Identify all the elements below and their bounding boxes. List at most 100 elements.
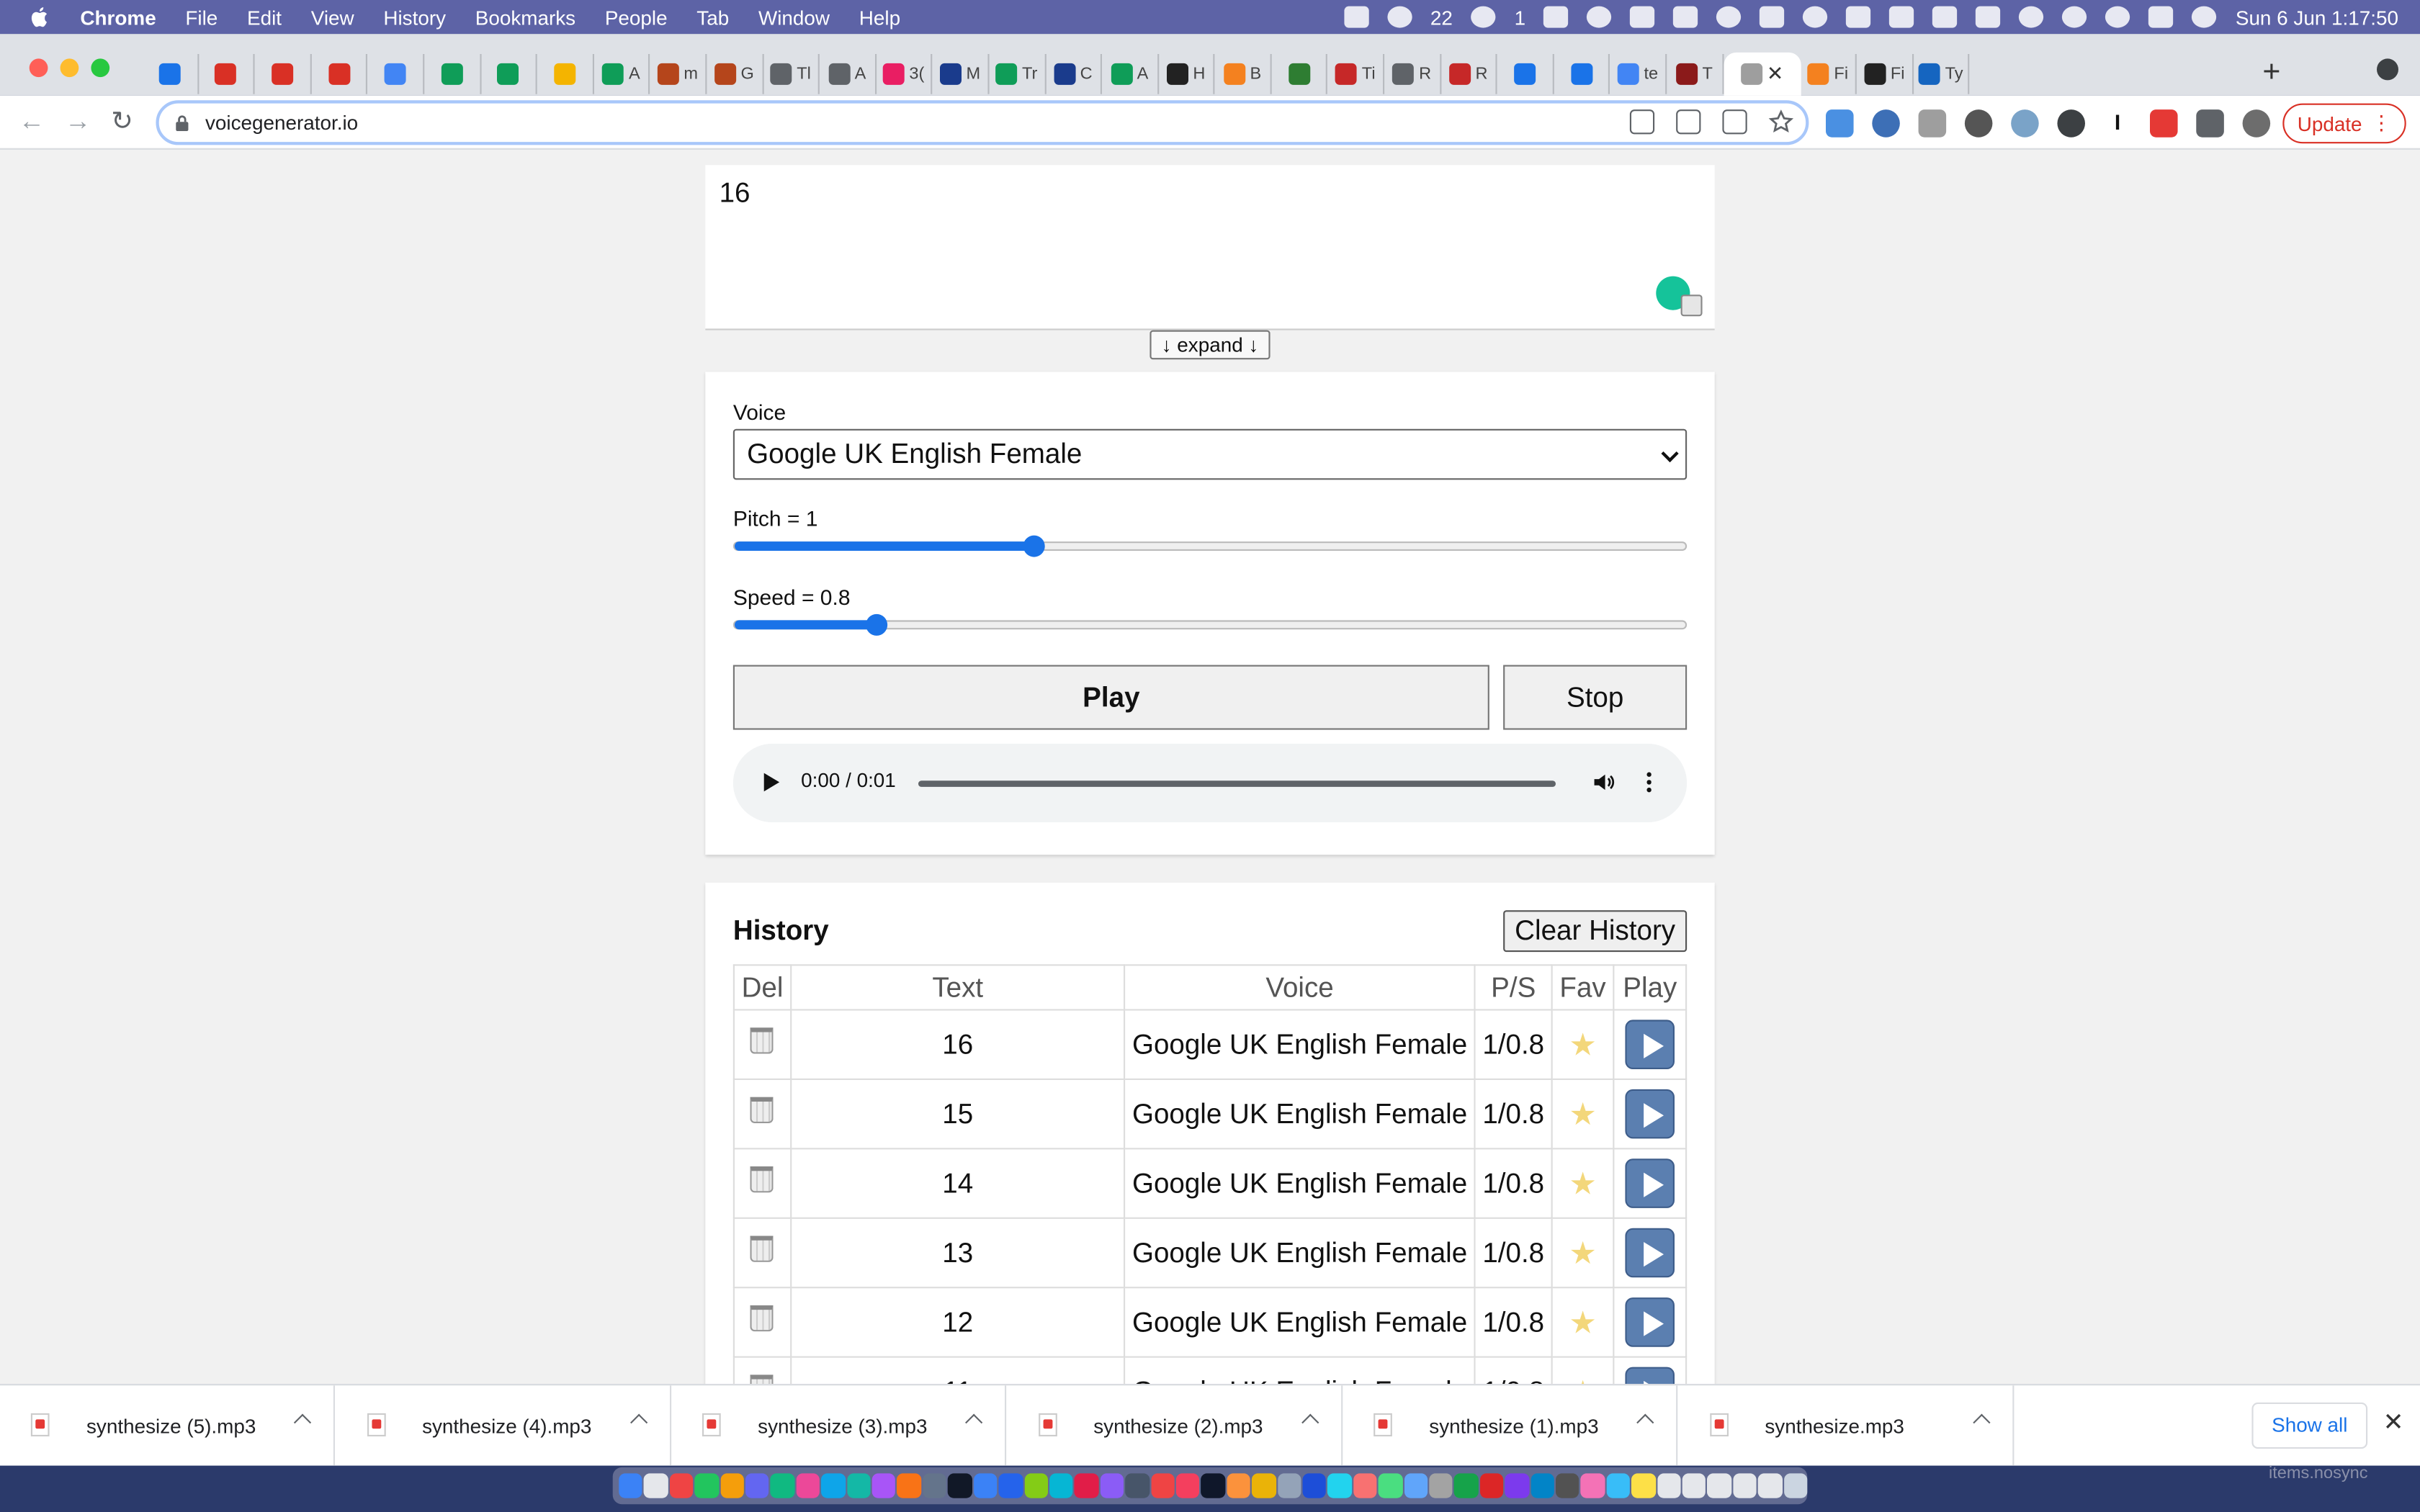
chevron-up-icon[interactable] (1972, 1413, 1990, 1431)
play-history-button[interactable] (1625, 1228, 1675, 1278)
close-tab-icon[interactable]: ✕ (1767, 62, 1783, 86)
zoom-icon[interactable] (1343, 6, 1369, 28)
dock-app-icon[interactable] (871, 1473, 896, 1498)
browser-tab[interactable] (1497, 54, 1554, 94)
pitch-slider-handle[interactable] (1023, 535, 1045, 557)
dock-app-icon[interactable] (1505, 1473, 1529, 1498)
browser-tab[interactable]: A (820, 54, 877, 94)
dock-app-icon[interactable] (1758, 1473, 1783, 1498)
camera-icon[interactable] (1918, 109, 1947, 138)
dock-app-icon[interactable] (948, 1473, 972, 1498)
dock-app-icon[interactable] (1353, 1473, 1377, 1498)
dock-app-icon[interactable] (1150, 1473, 1175, 1498)
stop-button[interactable]: Stop (1503, 665, 1688, 730)
browser-tab[interactable]: Fi (1857, 54, 1914, 94)
menu-history[interactable]: History (383, 6, 446, 29)
docker-icon[interactable] (1630, 6, 1656, 28)
globe-icon[interactable] (1716, 6, 1742, 28)
dock-app-icon[interactable] (998, 1473, 1023, 1498)
dock-app-icon[interactable] (1049, 1473, 1073, 1498)
minimize-window-icon[interactable] (60, 58, 79, 78)
wechat-icon[interactable] (1386, 6, 1412, 28)
menu-bookmarks[interactable]: Bookmarks (475, 6, 575, 29)
browser-tab[interactable]: Fi (1801, 54, 1857, 94)
menu-window[interactable]: Window (758, 6, 830, 29)
install-icon[interactable] (1722, 109, 1747, 135)
close-window-icon[interactable] (29, 58, 48, 78)
browser-tab[interactable]: R (1441, 54, 1498, 94)
browser-tab[interactable] (1271, 54, 1328, 94)
megaphone-icon[interactable] (2150, 109, 2178, 138)
dock-app-icon[interactable] (1277, 1473, 1301, 1498)
bluetooth-icon[interactable] (1932, 6, 1958, 28)
dock-app-icon[interactable] (1479, 1473, 1504, 1498)
trash-icon[interactable] (750, 1097, 774, 1123)
extension-5-icon[interactable] (2011, 109, 2039, 138)
dock-app-icon[interactable] (1302, 1473, 1327, 1498)
maximize-window-icon[interactable] (91, 58, 110, 78)
star-icon[interactable]: ★ (1569, 1098, 1596, 1132)
dock-app-icon[interactable] (1429, 1473, 1453, 1498)
forward-icon[interactable]: → (65, 107, 91, 138)
user-icon[interactable] (2062, 6, 2088, 28)
star-icon[interactable]: ★ (1569, 1167, 1596, 1201)
menu-tab[interactable]: Tab (696, 6, 729, 29)
menu-help[interactable]: Help (859, 6, 900, 29)
wave-icon[interactable] (1760, 6, 1785, 28)
browser-tab[interactable]: te (1610, 54, 1667, 94)
close-icon[interactable]: ✕ (2383, 1407, 2404, 1438)
input-source-icon[interactable] (1889, 6, 1915, 28)
trash-icon[interactable] (750, 1374, 774, 1385)
browser-tab[interactable] (537, 54, 594, 94)
chevron-up-icon[interactable] (293, 1413, 312, 1431)
dock-app-icon[interactable] (720, 1473, 744, 1498)
browser-tab[interactable]: A (1102, 54, 1159, 94)
dock-app-icon[interactable] (1125, 1473, 1150, 1498)
siri-icon[interactable] (2192, 6, 2218, 28)
download-item[interactable]: synthesize (2).mp3 (1007, 1385, 1343, 1467)
back-icon[interactable]: ← (19, 107, 45, 138)
spotlight-icon[interactable] (2105, 6, 2131, 28)
browser-tab[interactable] (311, 54, 368, 94)
audio-more-icon[interactable] (1646, 771, 1652, 793)
play-circle-icon[interactable] (1803, 6, 1829, 28)
audio-progress-bar[interactable] (918, 780, 1556, 787)
trash-icon[interactable] (750, 1027, 774, 1054)
dock-app-icon[interactable] (1404, 1473, 1428, 1498)
dock-app-icon[interactable] (821, 1473, 846, 1498)
play-history-button[interactable] (1625, 1089, 1675, 1139)
browser-tab[interactable]: ✕ (1723, 52, 1801, 96)
extension-6-icon[interactable] (2057, 109, 2085, 138)
volume-icon[interactable] (1846, 6, 1872, 28)
star-icon[interactable]: ★ (1569, 1236, 1596, 1271)
bookmark-star-icon[interactable] (1768, 109, 1794, 134)
dock-app-icon[interactable] (1378, 1473, 1402, 1498)
dock-app-icon[interactable] (669, 1473, 694, 1498)
play-button[interactable]: Play (732, 665, 1489, 730)
browser-tab[interactable] (255, 54, 312, 94)
browser-tab[interactable]: m (650, 54, 707, 94)
menu-file[interactable]: File (185, 6, 218, 29)
browser-tab[interactable]: H (1159, 54, 1216, 94)
trash-icon[interactable] (750, 1305, 774, 1332)
browser-tab[interactable]: B (1215, 54, 1272, 94)
browser-tab[interactable]: C (1046, 54, 1103, 94)
chevron-up-icon[interactable] (1301, 1413, 1319, 1431)
menu-clock[interactable]: Sun 6 Jun 1:17:50 (2236, 6, 2398, 29)
dock-app-icon[interactable] (1631, 1473, 1656, 1498)
menu-chrome[interactable]: Chrome (80, 6, 156, 29)
dock-app-icon[interactable] (694, 1473, 719, 1498)
dock-app-icon[interactable] (1201, 1473, 1225, 1498)
chevron-up-icon[interactable] (1636, 1413, 1654, 1431)
browser-tab[interactable] (481, 54, 538, 94)
chevron-up-icon[interactable] (629, 1413, 647, 1431)
wifi-icon[interactable] (2019, 6, 2045, 28)
control-center-icon[interactable] (2148, 6, 2174, 28)
play-history-button[interactable] (1625, 1297, 1675, 1347)
play-history-button[interactable] (1625, 1367, 1675, 1385)
voice-select[interactable]: Google UK English Female (732, 428, 1688, 480)
extension-2-icon[interactable] (1872, 109, 1900, 138)
browser-tab[interactable]: A (593, 54, 650, 94)
browser-tab[interactable] (199, 54, 255, 94)
download-item[interactable]: synthesize.mp3 (1678, 1385, 2014, 1467)
